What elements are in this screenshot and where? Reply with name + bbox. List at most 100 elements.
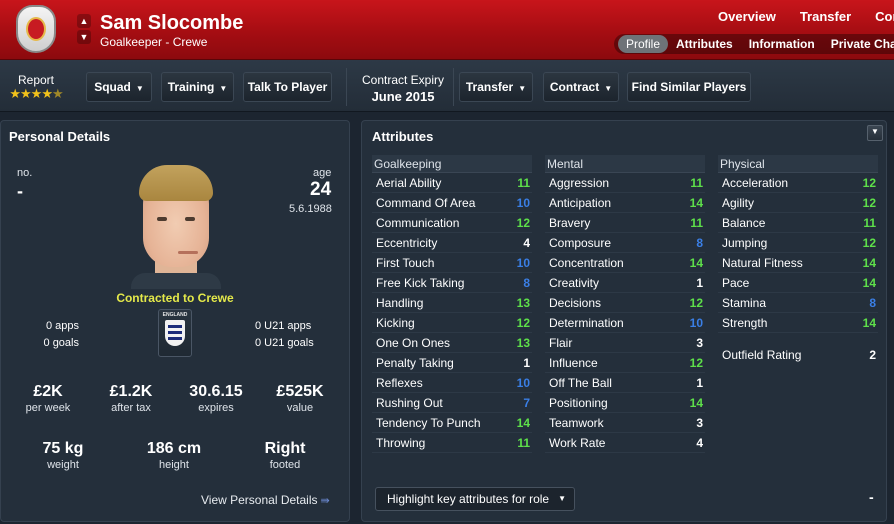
attribute-row-off-the-ball[interactable]: Off The Ball 1 bbox=[545, 373, 705, 393]
attribute-value: 11 bbox=[517, 176, 530, 190]
attribute-name: Acceleration bbox=[722, 176, 789, 190]
attribute-row-flair[interactable]: Flair 3 bbox=[545, 333, 705, 353]
attribute-value: 1 bbox=[696, 376, 703, 390]
attribute-row-one-on-ones[interactable]: One On Ones 13 bbox=[372, 333, 532, 353]
height-stat: 186 cm height bbox=[129, 440, 219, 471]
attribute-value: 12 bbox=[862, 236, 876, 250]
attribute-value: 12 bbox=[516, 316, 530, 330]
attribute-name: Tendency To Punch bbox=[376, 416, 481, 430]
attribute-row-jumping[interactable]: Jumping 12 bbox=[718, 233, 878, 253]
attribute-row-creativity[interactable]: Creativity 1 bbox=[545, 273, 705, 293]
attribute-value: 4 bbox=[696, 436, 703, 450]
attribute-row-positioning[interactable]: Positioning 14 bbox=[545, 393, 705, 413]
apps-stat: 0 apps bbox=[45, 320, 79, 332]
squad-button[interactable]: Squad ▼ bbox=[86, 72, 152, 102]
view-personal-details-link[interactable]: View Personal Details ⇛ bbox=[201, 493, 330, 507]
tab-overview[interactable]: Overview bbox=[718, 9, 776, 24]
outfield-rating[interactable]: Outfield Rating 2 bbox=[718, 345, 878, 365]
tab-transfer[interactable]: Transfer bbox=[800, 9, 851, 24]
attribute-value: 3 bbox=[696, 416, 703, 430]
attribute-row-agility[interactable]: Agility 12 bbox=[718, 193, 878, 213]
contract-status[interactable]: Contracted to Crewe bbox=[1, 291, 349, 305]
attribute-value: 14 bbox=[689, 196, 703, 210]
subtab-profile[interactable]: Profile bbox=[618, 35, 669, 53]
talk-label: Talk To Player bbox=[247, 80, 328, 94]
attribute-row-determination[interactable]: Determination 10 bbox=[545, 313, 705, 333]
attribute-row-command-of-area[interactable]: Command Of Area 10 bbox=[372, 193, 532, 213]
find-similar-label: Find Similar Players bbox=[631, 80, 747, 94]
attribute-row-influence[interactable]: Influence 12 bbox=[545, 353, 705, 373]
chevron-down-icon: ▼ bbox=[604, 84, 613, 93]
attribute-row-decisions[interactable]: Decisions 12 bbox=[545, 293, 705, 313]
attribute-row-balance[interactable]: Balance 11 bbox=[718, 213, 878, 233]
attribute-row-anticipation[interactable]: Anticipation 14 bbox=[545, 193, 705, 213]
collapse-button[interactable]: - bbox=[869, 489, 874, 505]
attribute-row-acceleration[interactable]: Acceleration 12 bbox=[718, 173, 878, 193]
squad-number-label: no. bbox=[17, 167, 33, 179]
value-stat: £525K value bbox=[255, 383, 345, 414]
talk-to-player-button[interactable]: Talk To Player bbox=[243, 72, 332, 102]
attribute-row-aggression[interactable]: Aggression 11 bbox=[545, 173, 705, 193]
contract-button[interactable]: Contract ▼ bbox=[543, 72, 619, 102]
chevron-down-icon: ▼ bbox=[219, 84, 228, 93]
attribute-value: 14 bbox=[862, 316, 876, 330]
up-down-arrows-icon[interactable]: ▲ ▼ bbox=[77, 14, 91, 44]
attribute-row-first-touch[interactable]: First Touch 10 bbox=[372, 253, 532, 273]
find-similar-players-button[interactable]: Find Similar Players bbox=[627, 72, 751, 102]
attribute-row-stamina[interactable]: Stamina 8 bbox=[718, 293, 878, 313]
subtab-private-chat[interactable]: Private Chat bbox=[823, 35, 894, 53]
crest-emblem bbox=[26, 17, 46, 41]
transfer-button[interactable]: Transfer ▼ bbox=[459, 72, 533, 102]
attribute-name: Aggression bbox=[549, 176, 610, 190]
mental-column: Mental Aggression 11 Anticipation 14 Bravery… bbox=[545, 155, 705, 453]
subtab-information[interactable]: Information bbox=[741, 35, 823, 53]
attribute-name: Creativity bbox=[549, 276, 600, 290]
attribute-row-aerial-ability[interactable]: Aerial Ability 11 bbox=[372, 173, 532, 193]
u21-goals-stat: 0 U21 goals bbox=[255, 337, 314, 349]
squad-label: Squad bbox=[94, 80, 131, 94]
value-value: £525K bbox=[276, 383, 324, 400]
attribute-row-work-rate[interactable]: Work Rate 4 bbox=[545, 433, 705, 453]
attribute-row-natural-fitness[interactable]: Natural Fitness 14 bbox=[718, 253, 878, 273]
panel-menu-button[interactable]: ▼ bbox=[867, 125, 883, 141]
attribute-row-bravery[interactable]: Bravery 11 bbox=[545, 213, 705, 233]
attribute-row-eccentricity[interactable]: Eccentricity 4 bbox=[372, 233, 532, 253]
attribute-row-teamwork[interactable]: Teamwork 3 bbox=[545, 413, 705, 433]
attribute-row-concentration[interactable]: Concentration 14 bbox=[545, 253, 705, 273]
attribute-row-free-kick-taking[interactable]: Free Kick Taking 8 bbox=[372, 273, 532, 293]
chevron-down-icon: ▼ bbox=[518, 84, 527, 93]
goalkeeping-column: Goalkeeping Aerial Ability 11 Command Of A… bbox=[372, 155, 532, 453]
training-label: Training bbox=[167, 80, 215, 94]
footed-caption: footed bbox=[269, 459, 301, 471]
subtab-attributes[interactable]: Attributes bbox=[668, 35, 741, 53]
attribute-row-rushing-out[interactable]: Rushing Out 7 bbox=[372, 393, 532, 413]
club-crest-icon[interactable] bbox=[16, 5, 56, 53]
attribute-row-handling[interactable]: Handling 13 bbox=[372, 293, 532, 313]
attribute-row-reflexes[interactable]: Reflexes 10 bbox=[372, 373, 532, 393]
attribute-name: Eccentricity bbox=[376, 236, 438, 250]
mental-rows: Aggression 11 Anticipation 14 Bravery 11 Compo… bbox=[545, 173, 705, 453]
highlight-role-dropdown[interactable]: Highlight key attributes for role ▼ bbox=[375, 487, 575, 511]
england-flag-icon[interactable]: ENGLAND bbox=[158, 309, 192, 357]
attribute-row-communication[interactable]: Communication 12 bbox=[372, 213, 532, 233]
attribute-value: 13 bbox=[516, 336, 530, 350]
attribute-value: 7 bbox=[523, 396, 530, 410]
previous-player-button[interactable]: ▲ bbox=[77, 14, 91, 28]
player-portrait bbox=[131, 165, 221, 289]
attribute-name: Reflexes bbox=[376, 376, 423, 390]
attribute-row-strength[interactable]: Strength 14 bbox=[718, 313, 878, 333]
next-player-button[interactable]: ▼ bbox=[77, 30, 91, 44]
training-button[interactable]: Training ▼ bbox=[161, 72, 234, 102]
attribute-row-pace[interactable]: Pace 14 bbox=[718, 273, 878, 293]
contract-expiry: Contract Expiry June 2015 bbox=[360, 73, 446, 104]
scout-report[interactable]: Report ★★★★★ bbox=[3, 73, 69, 101]
attribute-row-penalty-taking[interactable]: Penalty Taking 1 bbox=[372, 353, 532, 373]
attribute-name: One On Ones bbox=[376, 336, 451, 350]
tab-contract[interactable]: Cont bbox=[875, 9, 894, 24]
attribute-row-throwing[interactable]: Throwing 11 bbox=[372, 433, 532, 453]
attribute-value: 8 bbox=[869, 296, 876, 310]
attribute-name: Bravery bbox=[549, 216, 591, 230]
attribute-row-tendency-to-punch[interactable]: Tendency To Punch 14 bbox=[372, 413, 532, 433]
attribute-row-kicking[interactable]: Kicking 12 bbox=[372, 313, 532, 333]
attribute-row-composure[interactable]: Composure 8 bbox=[545, 233, 705, 253]
